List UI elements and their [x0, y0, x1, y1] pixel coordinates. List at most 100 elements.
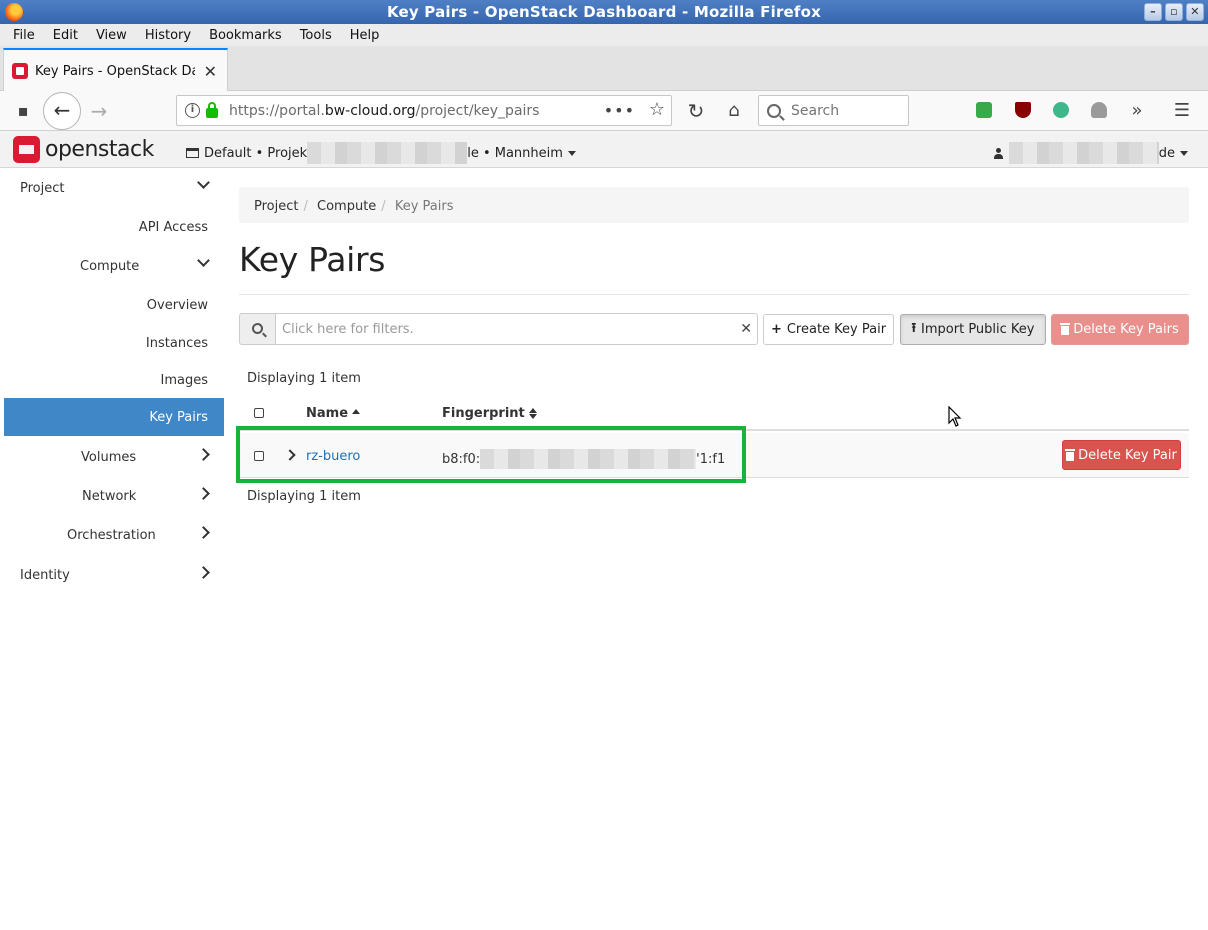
delete-key-pair-label: Delete Key Pair [1078, 447, 1177, 463]
redacted-project-name [307, 142, 468, 164]
sheet-extension-icon[interactable] [976, 102, 992, 118]
search-input[interactable] [791, 102, 901, 119]
filter-group: ✕ [239, 313, 758, 345]
sidebar-item-identity[interactable]: Identity [4, 556, 224, 594]
sidebar-item-images[interactable]: Images [4, 361, 224, 399]
hamburger-menu-icon[interactable]: ☰ [1170, 99, 1194, 123]
trash-icon [1060, 323, 1071, 335]
logo-text: openstack [45, 137, 154, 162]
overflow-menu-icon[interactable]: » [1125, 99, 1149, 123]
search-bar[interactable] [758, 95, 909, 126]
sort-icon [528, 408, 537, 419]
title-divider [239, 294, 1189, 295]
menu-help[interactable]: Help [341, 28, 389, 43]
context-prefix: Default • Projek [204, 145, 308, 161]
chevron-down-icon [1180, 150, 1188, 156]
chevron-down-icon [197, 254, 210, 267]
column-header-name[interactable]: Name [306, 406, 361, 421]
openstack-logo[interactable]: openstack [13, 136, 154, 163]
item-count-top: Displaying 1 item [247, 371, 361, 386]
window-titlebar: Key Pairs - OpenStack Dashboard - Mozill… [0, 0, 1208, 24]
menu-history[interactable]: History [136, 28, 200, 43]
sidebar-item-network[interactable]: Network [4, 477, 224, 515]
sidebar-item-label: Overview [146, 298, 208, 313]
context-suffix: le • Mannheim [467, 145, 563, 161]
chevron-down-icon [567, 150, 576, 156]
chevron-down-icon [197, 176, 210, 189]
sidebar-item-compute[interactable]: Compute [4, 247, 224, 285]
tab-strip: Key Pairs - OpenStack Dashboard ✕ [0, 46, 1208, 92]
maximize-icon[interactable]: ▫ [1165, 3, 1183, 21]
menu-edit[interactable]: Edit [44, 28, 87, 43]
home-icon[interactable]: ⌂ [722, 99, 746, 123]
upload-icon: ⭱ [911, 320, 917, 336]
filter-input[interactable] [276, 313, 758, 345]
chevron-right-icon [197, 448, 210, 461]
column-header-fingerprint[interactable]: Fingerprint [442, 406, 537, 421]
user-suffix: de [1158, 145, 1175, 161]
breadcrumb-current: Key Pairs [394, 199, 454, 214]
user-menu[interactable]: de [993, 142, 1188, 164]
window-controls: – ▫ ✕ [1144, 3, 1204, 21]
info-icon[interactable]: i [185, 103, 200, 118]
breadcrumb-compute[interactable]: Compute [317, 199, 376, 214]
sidebar-item-label: Instances [145, 336, 208, 351]
forward-button[interactable]: → [87, 99, 111, 123]
firefox-icon [5, 3, 23, 21]
bookmark-star-icon[interactable]: ☆ [649, 99, 665, 120]
new-desktop-icon[interactable]: ▪ [11, 99, 35, 123]
ublock-icon[interactable] [1015, 102, 1031, 118]
redacted-username [1008, 142, 1159, 164]
menu-file[interactable]: File [4, 28, 44, 43]
sidebar-item-project[interactable]: Project [4, 169, 224, 207]
plus-icon: + [770, 322, 782, 337]
delete-key-pair-button[interactable]: Delete Key Pair [1062, 440, 1181, 470]
sidebar-item-label: API Access [138, 220, 208, 235]
close-window-icon[interactable]: ✕ [1186, 3, 1204, 21]
chevron-right-icon [197, 566, 210, 579]
create-key-pair-button[interactable]: + Create Key Pair [763, 314, 894, 345]
sidebar-item-key-pairs[interactable]: Key Pairs [4, 398, 224, 436]
extension-circle-icon[interactable] [1053, 102, 1069, 118]
filter-search-button[interactable] [239, 313, 276, 345]
tab-title: Key Pairs - OpenStack Dashboard [35, 63, 195, 79]
page-actions-icon[interactable]: ••• [604, 101, 635, 120]
sidebar-item-label: Orchestration [67, 528, 156, 543]
sidebar-item-volumes[interactable]: Volumes [4, 438, 224, 476]
sidebar-item-label: Project [20, 181, 65, 196]
search-icon [767, 103, 781, 118]
browser-tab[interactable]: Key Pairs - OpenStack Dashboard ✕ [3, 48, 228, 92]
delete-key-pairs-button[interactable]: Delete Key Pairs [1051, 314, 1189, 345]
back-button[interactable]: ← [43, 92, 81, 130]
select-all-checkbox[interactable] [254, 408, 264, 418]
minimize-icon[interactable]: – [1144, 3, 1162, 21]
menu-tools[interactable]: Tools [291, 28, 341, 43]
menu-bar: File Edit View History Bookmarks Tools H… [0, 24, 1208, 46]
privacy-extension-icon[interactable] [1091, 102, 1107, 118]
lock-icon[interactable] [206, 102, 218, 118]
trash-icon [1065, 448, 1076, 461]
sidebar-item-label: Volumes [81, 450, 137, 465]
page-title: Key Pairs [239, 240, 386, 279]
tab-close-icon[interactable]: ✕ [204, 62, 217, 81]
cursor-svg [948, 406, 962, 427]
url-text[interactable]: https://portal.bw-cloud.org/project/key_… [229, 103, 539, 119]
breadcrumb-separator: / [303, 199, 308, 214]
menu-view[interactable]: View [87, 28, 136, 43]
project-context-selector[interactable]: Default • Projek le • Mannheim [186, 142, 576, 164]
sidebar-item-label: Identity [20, 568, 70, 583]
create-key-pair-label: Create Key Pair [786, 322, 887, 337]
sidebar-item-api-access[interactable]: API Access [4, 208, 224, 246]
sidebar-item-orchestration[interactable]: Orchestration [4, 516, 224, 554]
import-public-key-button[interactable]: ⭱ Import Public Key [900, 314, 1046, 345]
sidebar-item-overview[interactable]: Overview [4, 286, 224, 324]
url-bar[interactable]: i https://portal.bw-cloud.org/project/ke… [176, 95, 672, 126]
window-title: Key Pairs - OpenStack Dashboard - Mozill… [386, 3, 822, 21]
highlight-box [236, 426, 746, 483]
sidebar-item-instances[interactable]: Instances [4, 324, 224, 362]
clear-filter-icon[interactable]: ✕ [740, 321, 752, 337]
breadcrumb-project[interactable]: Project [254, 199, 298, 214]
openstack-logo-icon [13, 136, 40, 163]
menu-bookmarks[interactable]: Bookmarks [200, 28, 291, 43]
reload-icon[interactable]: ↻ [684, 99, 708, 123]
